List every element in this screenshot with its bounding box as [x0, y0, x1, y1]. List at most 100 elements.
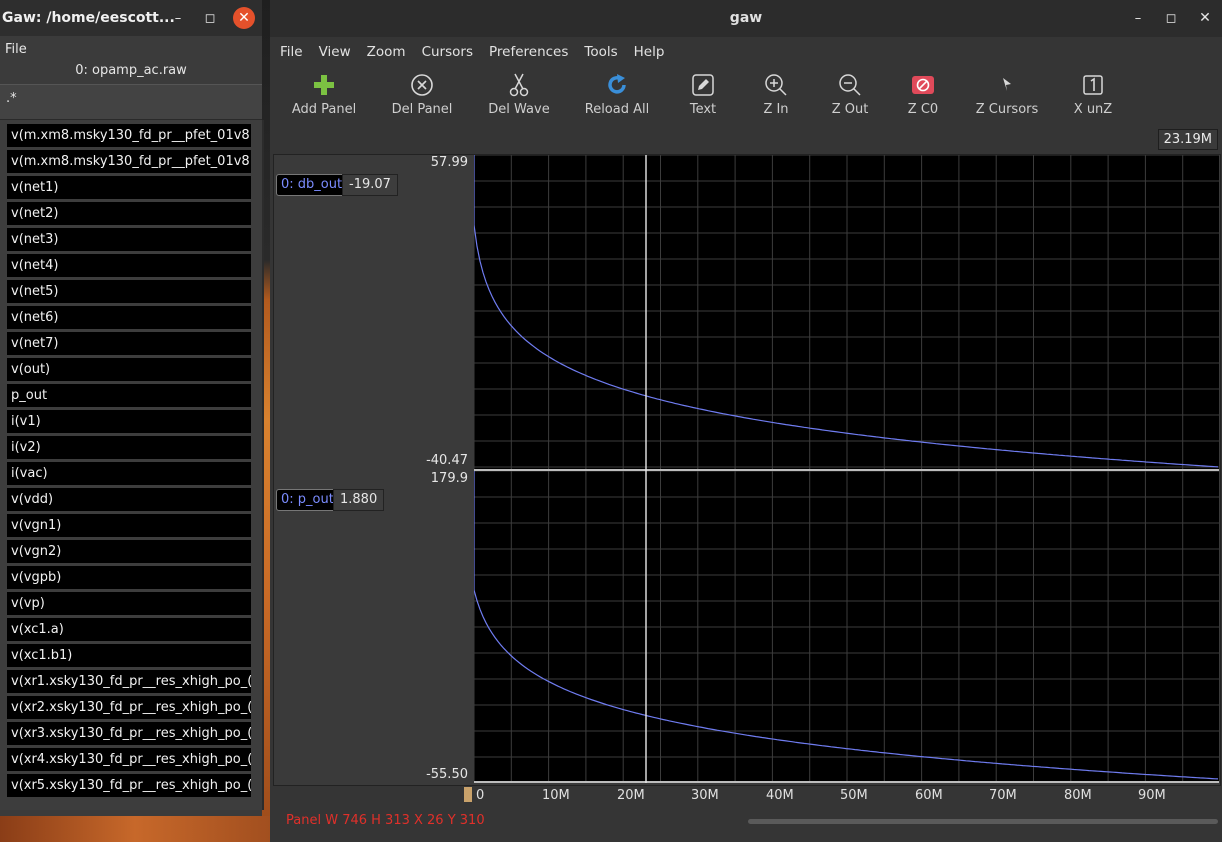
signal-list-item[interactable]: i(v1) — [7, 410, 251, 433]
pencil-icon — [692, 74, 714, 96]
minimize-icon[interactable]: – — [167, 7, 189, 29]
signal-list-item[interactable]: v(vgn1) — [7, 514, 251, 537]
x-marker-icon — [464, 787, 472, 802]
desktop-background-bottom — [0, 816, 270, 842]
menu-file[interactable]: File — [280, 44, 303, 60]
reload-icon — [608, 74, 626, 94]
x-tick-label: 10M — [542, 788, 570, 803]
reload-all-label: Reload All — [584, 102, 650, 117]
menu-cursors[interactable]: Cursors — [422, 44, 473, 60]
x-tick-label: 20M — [617, 788, 645, 803]
menu-help[interactable]: Help — [634, 44, 665, 60]
signal-list-item[interactable]: v(net4) — [7, 254, 251, 277]
signal-list-item[interactable]: v(out) — [7, 358, 251, 381]
del-wave-button[interactable]: Del Wave — [474, 68, 564, 117]
panel1-ymin: -40.47 — [426, 453, 468, 468]
main-menubar: File View Zoom Cursors Preferences Tools Help — [270, 37, 1222, 67]
raw-file-label: 0: opamp_ac.raw — [75, 63, 187, 78]
signal-list-item[interactable]: v(xc1.b1) — [7, 644, 251, 667]
zoom-cursors-label: Z Cursors — [975, 102, 1039, 117]
zoom-in-icon — [765, 74, 787, 96]
signal-list-item[interactable]: v(xr2.xsky130_fd_pr__res_xhigh_po_( — [7, 696, 251, 719]
status-text: Panel W 746 H 313 X 26 Y 310 — [286, 813, 485, 828]
panel1-grid — [474, 155, 1219, 469]
add-panel-button[interactable]: Add Panel — [279, 68, 369, 117]
panel2-grid — [474, 470, 1219, 781]
p-out-value: 1.880 — [333, 489, 385, 511]
minimize-icon[interactable]: – — [1127, 7, 1149, 29]
maximize-icon[interactable]: ◻ — [1160, 7, 1182, 29]
panel1-ymax: 57.99 — [430, 155, 468, 170]
close-icon[interactable]: ✕ — [233, 7, 255, 29]
panel2-ymin: -55.50 — [426, 767, 468, 782]
close-icon[interactable]: ✕ — [1194, 7, 1216, 29]
no-entry-icon — [912, 76, 934, 94]
signal-list-item[interactable]: v(vgn2) — [7, 540, 251, 563]
menu-file[interactable]: File — [5, 42, 27, 57]
waveform-canvas[interactable] — [474, 155, 1219, 785]
horizontal-scrollbar[interactable] — [748, 819, 1218, 824]
x-unzoom-label: X unZ — [1073, 102, 1113, 117]
signal-list[interactable]: v(m.xm8.msky130_fd_pr__pfet_01v8 v(m.xm8.… — [0, 120, 264, 810]
signal-list-item[interactable]: v(xr5.xsky130_fd_pr__res_xhigh_po_( — [7, 774, 251, 797]
signal-list-item[interactable]: v(xc1.a) — [7, 618, 251, 641]
left-menubar: File — [0, 36, 262, 62]
left-titlebar: Gaw: /home/eescott... – ◻ ✕ — [0, 0, 262, 36]
panel-divider — [474, 469, 1219, 471]
signal-list-item[interactable]: v(xr1.xsky130_fd_pr__res_xhigh_po_( — [7, 670, 251, 693]
signal-list-item[interactable]: v(xr4.xsky130_fd_pr__res_xhigh_po_( — [7, 748, 251, 771]
zoom-c0-button[interactable]: Z C0 — [878, 68, 968, 117]
signal-list-item[interactable]: i(vac) — [7, 462, 251, 485]
signal-list-item[interactable]: v(net3) — [7, 228, 251, 251]
cursor-icon — [1003, 78, 1011, 91]
wave-button-p-out[interactable]: 0: p_out — [276, 489, 339, 511]
zoom-cursors-button[interactable]: Z Cursors — [962, 68, 1052, 117]
signal-list-item[interactable]: p_out — [7, 384, 251, 407]
x-axis: 0 10M 20M 30M 40M 50M 60M 70M 80M 90M — [270, 785, 1222, 807]
x-tick-label: 0 — [476, 788, 485, 803]
signal-list-item[interactable]: v(net1) — [7, 176, 251, 199]
signal-list-item[interactable]: v(net7) — [7, 332, 251, 355]
reload-all-button[interactable]: Reload All — [572, 68, 662, 117]
signal-list-item[interactable]: v(xr3.xsky130_fd_pr__res_xhigh_po_( — [7, 722, 251, 745]
signal-list-item[interactable]: v(net6) — [7, 306, 251, 329]
db-out-value: -19.07 — [342, 174, 398, 196]
x-tick-label: 50M — [840, 788, 868, 803]
plus-icon — [314, 75, 334, 95]
plot-area[interactable]: 57.99 -40.47 0: db_out -19.07 179.9 -55.… — [273, 154, 1221, 786]
cursor-position-readout: 23.19M — [1157, 129, 1218, 150]
toolbar: Add Panel Del Panel Del Wave Reload All … — [270, 68, 1222, 128]
left-window-title: Gaw: /home/eescott... — [2, 10, 175, 26]
panel-bottom-border — [474, 781, 1219, 783]
panel2-ymax: 179.9 — [430, 471, 468, 486]
x-tick-label: 40M — [766, 788, 794, 803]
signal-list-item[interactable]: v(vp) — [7, 592, 251, 615]
signal-list-item[interactable]: v(m.xm8.msky130_fd_pr__pfet_01v8 — [7, 150, 251, 173]
del-panel-button[interactable]: Del Panel — [377, 68, 467, 117]
menu-tools[interactable]: Tools — [584, 44, 617, 60]
signal-list-item[interactable]: v(net5) — [7, 280, 251, 303]
signal-list-window: Gaw: /home/eescott... – ◻ ✕ File 0: opam… — [0, 0, 264, 816]
x-tick-label: 70M — [989, 788, 1017, 803]
del-panel-label: Del Panel — [391, 102, 453, 117]
signal-list-item[interactable]: v(m.xm8.msky130_fd_pr__pfet_01v8 — [7, 124, 251, 147]
signal-list-item[interactable]: v(vgpb) — [7, 566, 251, 589]
x-tick-label: 80M — [1064, 788, 1092, 803]
main-titlebar: gaw – ◻ ✕ — [270, 0, 1222, 37]
menu-view[interactable]: View — [319, 44, 351, 60]
signal-list-item[interactable]: v(vdd) — [7, 488, 251, 511]
maximize-icon[interactable]: ◻ — [199, 7, 221, 29]
scissors-icon — [509, 73, 529, 97]
x-unzoom-button[interactable]: X unZ — [1048, 68, 1138, 117]
menu-preferences[interactable]: Preferences — [489, 44, 568, 60]
x-tick-label: 90M — [1138, 788, 1166, 803]
signal-list-item[interactable]: i(v2) — [7, 436, 251, 459]
add-panel-label: Add Panel — [291, 102, 357, 117]
menu-zoom[interactable]: Zoom — [367, 44, 406, 60]
gaw-main-window: gaw – ◻ ✕ File View Zoom Cursors Preferences… — [270, 0, 1222, 842]
signal-list-item[interactable]: v(net2) — [7, 202, 251, 225]
signal-filter-input[interactable]: .* — [0, 84, 262, 120]
x-tick-label: 60M — [915, 788, 943, 803]
wave-button-db-out[interactable]: 0: db_out — [276, 174, 348, 196]
circle-x-icon — [411, 74, 433, 96]
